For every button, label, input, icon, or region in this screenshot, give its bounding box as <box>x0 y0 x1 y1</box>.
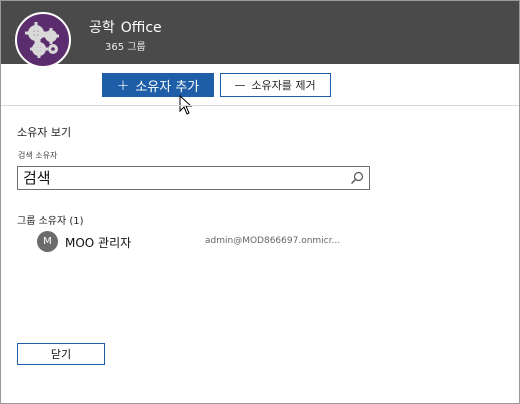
owner-name: MOO 관리자 <box>65 236 132 250</box>
remove-owner-label: 소유자를 제거 <box>251 79 316 92</box>
owner-list-item[interactable]: M MOO 관리자 admin@MOD866697.onmicr... <box>37 231 497 253</box>
owner-email: admin@MOD866697.onmicr... <box>205 236 341 246</box>
search-owners-input[interactable] <box>18 167 343 189</box>
group-app: Office <box>120 20 162 36</box>
group-name: 공학 <box>89 20 115 36</box>
minus-icon <box>235 84 246 86</box>
toolbar-divider <box>1 105 519 106</box>
add-owner-button[interactable]: + 소유자 추가 <box>102 73 214 97</box>
remove-owner-button[interactable]: 소유자를 제거 <box>220 73 331 97</box>
search-owners-box <box>17 166 370 190</box>
add-owner-label: 소유자 추가 <box>135 79 200 95</box>
search-icon[interactable] <box>350 171 364 185</box>
manage-owners-panel: 공학 Office 365 그룹 + 소유자 추가 소유자를 제거 소유자 보기… <box>0 0 520 404</box>
group-logo-icon <box>15 12 71 68</box>
group-owners-heading: 그룹 소유자 (1) <box>17 216 84 227</box>
view-owners-heading: 소유자 보기 <box>17 126 72 139</box>
close-button[interactable]: 닫기 <box>17 343 105 365</box>
panel-header: 공학 Office 365 그룹 <box>1 1 519 68</box>
group-title: 공학 Office <box>89 17 162 37</box>
plus-icon: + <box>116 75 130 94</box>
search-owners-label: 검색 소유자 <box>18 151 58 160</box>
avatar: M <box>37 231 58 252</box>
group-subtitle: 365 그룹 <box>105 42 146 53</box>
